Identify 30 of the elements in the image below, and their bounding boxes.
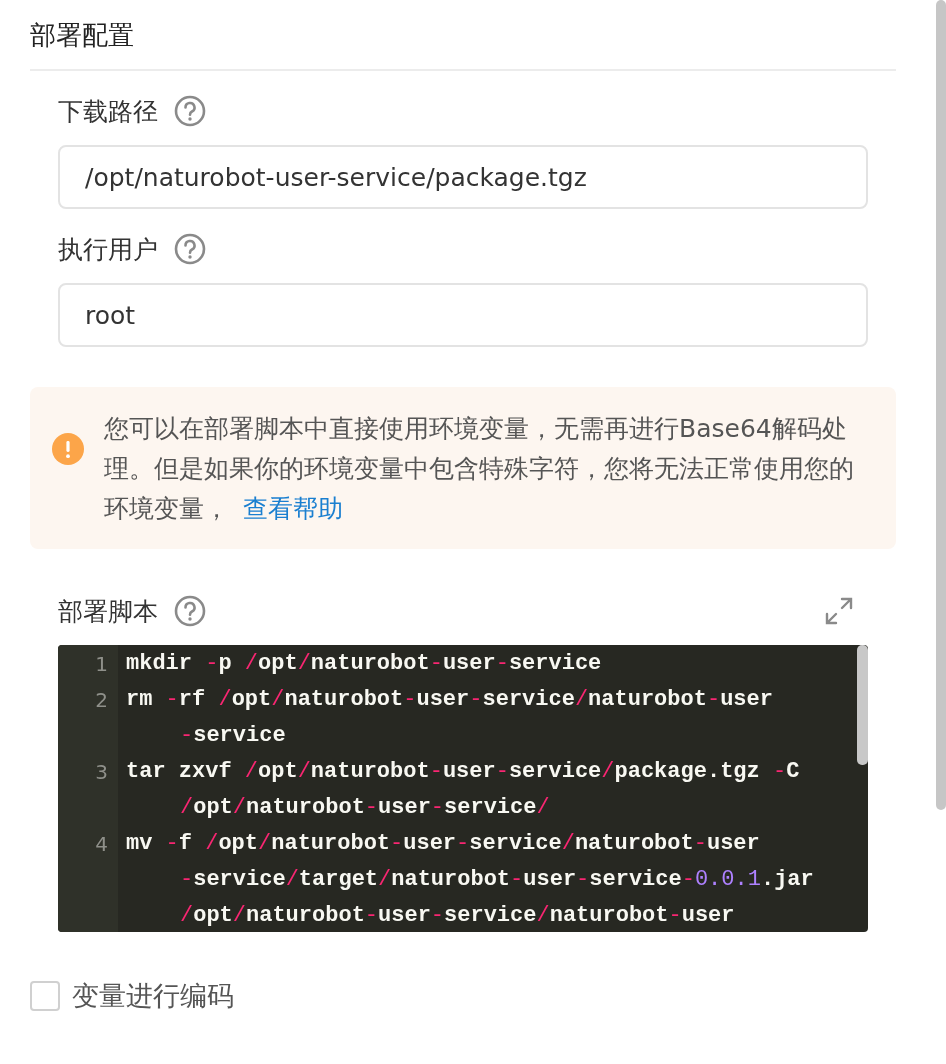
code-line: -service xyxy=(180,723,286,748)
code-line: mkdir -p /opt/naturobot-user-service xyxy=(126,651,602,676)
line-number: 3 xyxy=(94,759,109,786)
checkbox-label: 变量进行编码 xyxy=(72,979,234,1013)
expand-icon[interactable] xyxy=(824,596,854,626)
help-icon[interactable] xyxy=(174,595,206,627)
line-number: 2 xyxy=(94,687,109,714)
page-scrollbar[interactable] xyxy=(936,0,946,810)
section-title: 部署配置 xyxy=(30,19,134,52)
code-line: mv -f /opt/naturobot-user-service/naturobot-user xyxy=(126,831,760,856)
text-field[interactable]: root xyxy=(58,283,868,347)
code-line: rm -rf /opt/naturobot-user-service/naturobot-user xyxy=(126,687,773,712)
scrollbar[interactable] xyxy=(857,645,868,765)
help-icon[interactable] xyxy=(174,233,206,265)
text-field[interactable]: /opt/naturobot-user-service/package.tgz xyxy=(58,145,868,209)
help-icon[interactable] xyxy=(174,95,206,127)
code-line: /opt/naturobot-user-service/naturobot-user xyxy=(180,903,735,928)
warning-icon xyxy=(52,433,84,465)
alert-message: 您可以在部署脚本中直接使用环境变量，无需再进行Base64解码处理。但是如果你的环境变量中包含特殊字符，您将无法正常使用您的环境变量， 查看帮助 xyxy=(104,413,855,525)
field-label: 部署脚本 xyxy=(58,595,158,628)
field-label: 下载路径 xyxy=(58,95,158,128)
help-link[interactable]: 查看帮助 xyxy=(243,494,343,523)
checkbox[interactable] xyxy=(30,981,60,1011)
code-editor[interactable] xyxy=(58,645,868,932)
line-number: 4 xyxy=(94,831,109,858)
line-number: 1 xyxy=(94,651,109,678)
field-label: 执行用户 xyxy=(58,233,158,266)
code-line: -service/target/naturobot-user-service-0.0.1.jar xyxy=(180,867,814,892)
code-line: tar zxvf /opt/naturobot-user-service/package.tgz -C xyxy=(126,759,800,784)
code-line: /opt/naturobot-user-service/ xyxy=(180,795,550,820)
